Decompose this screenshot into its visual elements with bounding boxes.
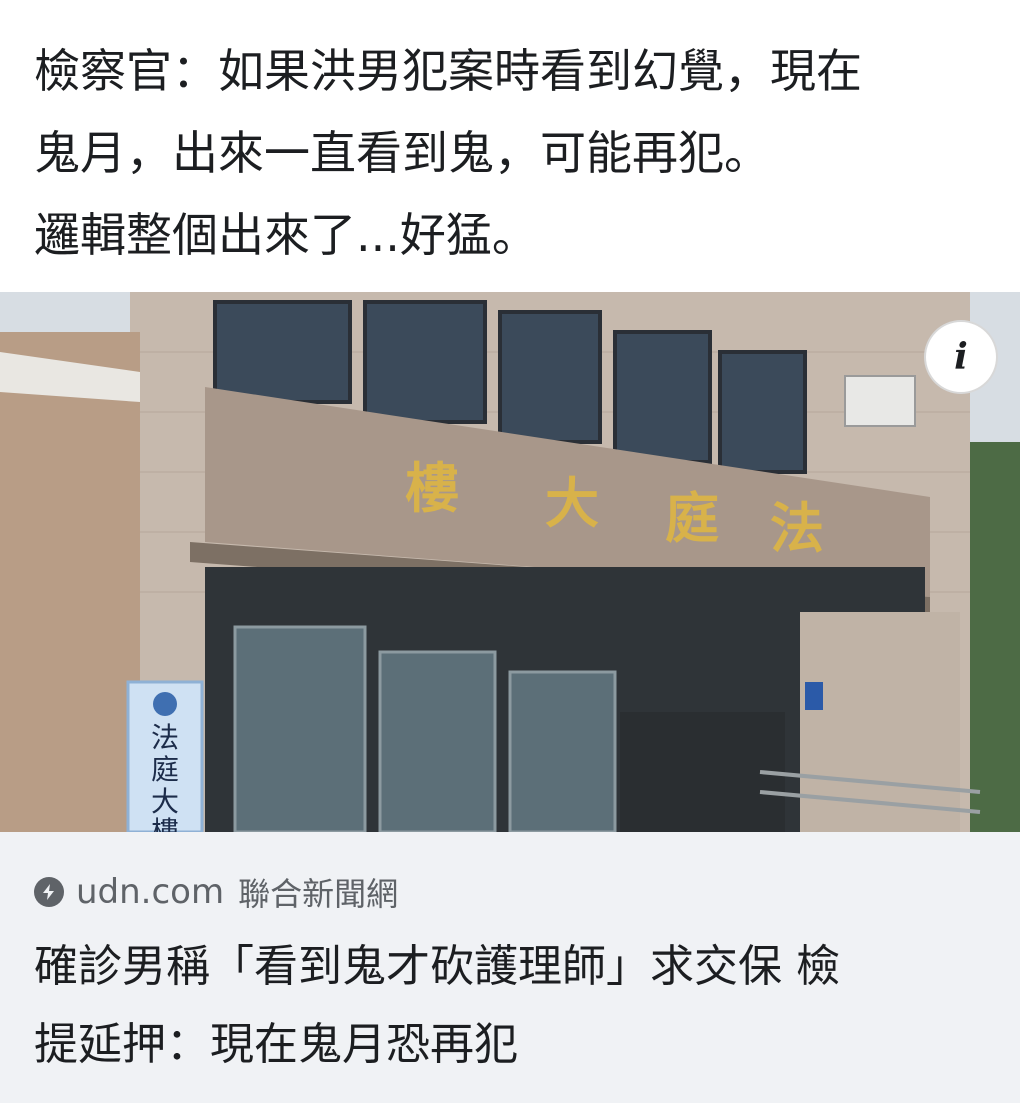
side-sign-char: 庭 bbox=[151, 753, 179, 786]
link-title-line: 確診男稱「看到鬼才砍護理師」求交保 檢 bbox=[34, 941, 840, 992]
link-source-name: 聯合新聞網 bbox=[238, 875, 399, 913]
sign-char: 法 bbox=[770, 496, 824, 560]
link-title[interactable]: 確診男稱「看到鬼才砍護理師」求交保 檢 提延押：現在鬼月恐再犯 bbox=[34, 928, 994, 1084]
link-preview[interactable]: udn.com 聯合新聞網 確診男稱「看到鬼才砍護理師」求交保 檢 提延押：現在… bbox=[0, 832, 1020, 1103]
info-icon[interactable]: i bbox=[926, 322, 996, 392]
link-source: udn.com 聯合新聞網 bbox=[34, 872, 399, 913]
post-text-line: 邏輯整個出來了...好猛。 bbox=[34, 208, 538, 262]
sign-char: 大 bbox=[545, 471, 599, 535]
side-sign-char: 大 bbox=[151, 785, 179, 818]
post-text-line: 檢察官：如果洪男犯案時看到幻覺，現在 bbox=[34, 44, 862, 98]
link-title-line: 提延押：現在鬼月恐再犯 bbox=[34, 1019, 518, 1070]
court-building-photo: 樓 大 庭 法 法 庭 大 樓 bbox=[0, 292, 1020, 832]
post-text: 檢察官：如果洪男犯案時看到幻覺，現在 鬼月，出來一直看到鬼，可能再犯。 邏輯整個… bbox=[34, 30, 994, 276]
sign-char: 樓 bbox=[405, 456, 459, 520]
link-domain: udn.com bbox=[76, 872, 225, 912]
side-sign-char: 樓 bbox=[151, 815, 179, 832]
sign-char: 庭 bbox=[665, 486, 719, 550]
post-text-line: 鬼月，出來一直看到鬼，可能再犯。 bbox=[34, 126, 770, 180]
link-preview-image[interactable]: 樓 大 庭 法 法 庭 大 樓 i bbox=[0, 292, 1020, 832]
lightning-bolt-icon bbox=[34, 877, 64, 907]
side-sign-char: 法 bbox=[151, 721, 179, 754]
